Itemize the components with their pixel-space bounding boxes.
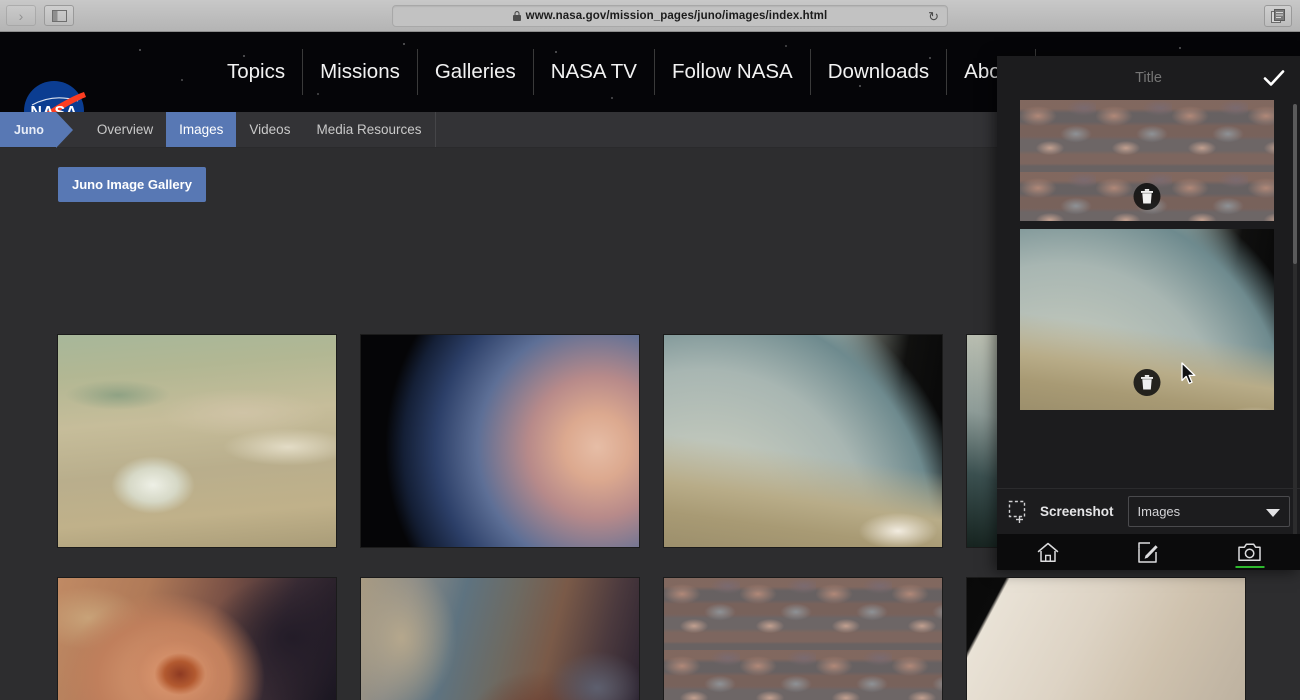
trash-icon <box>1141 189 1153 204</box>
chevron-right-icon: › <box>18 7 24 24</box>
subnav-label: Media Resources <box>316 122 422 137</box>
tabs-icon <box>1271 9 1285 23</box>
sidebar-icon <box>51 9 67 22</box>
gallery-image-5[interactable] <box>57 577 337 700</box>
gallery-image-8[interactable] <box>966 577 1246 700</box>
camera-icon <box>1237 543 1261 561</box>
capture-delete-button-1[interactable] <box>1133 183 1161 210</box>
subnav-item-media-resources[interactable]: Media Resources <box>303 112 436 147</box>
gallery-image-2[interactable] <box>360 334 640 548</box>
subnav-label: Overview <box>96 122 154 137</box>
nav-item-downloads[interactable]: Downloads <box>809 49 946 95</box>
panel-scrollbar-thumb[interactable] <box>1293 104 1297 264</box>
subnav-label: Videos <box>249 122 291 137</box>
nav-item-topics[interactable]: Topics <box>210 49 302 95</box>
crop-select-glyph <box>1008 500 1026 523</box>
breadcrumb-juno[interactable]: Juno <box>0 112 73 148</box>
reload-button[interactable]: ↻ <box>928 9 939 25</box>
category-select[interactable]: Images <box>1127 496 1290 527</box>
gallery-title-button[interactable]: Juno Image Gallery <box>58 167 206 202</box>
nav-item-missions[interactable]: Missions <box>302 49 417 95</box>
subnav-item-images[interactable]: Images <box>166 112 237 147</box>
nav-item-follow-nasa[interactable]: Follow NASA <box>653 49 810 95</box>
gallery-image-7[interactable] <box>663 577 943 700</box>
trash-icon <box>1141 375 1153 390</box>
bottom-nav-home[interactable] <box>997 534 1098 570</box>
url-text: www.nasa.gov/mission_pages/juno/images/i… <box>525 10 828 22</box>
bottom-nav-capture[interactable] <box>1199 534 1300 570</box>
nav-forward-button[interactable]: › <box>6 5 36 26</box>
gallery-title-label: Juno Image Gallery <box>72 177 192 192</box>
panel-title-input[interactable] <box>1058 70 1239 86</box>
screenshot-mode-label: Screenshot <box>1040 504 1114 519</box>
gallery-image-3[interactable] <box>663 334 943 548</box>
panel-header <box>997 56 1300 100</box>
browser-toolbar: › www.nasa.gov/mission_pages/juno/images… <box>0 0 1300 32</box>
home-icon <box>1037 542 1058 562</box>
checkmark-icon <box>1263 70 1285 86</box>
gallery-image-6[interactable] <box>360 577 640 700</box>
subnav-label: Images <box>179 122 224 137</box>
category-select-value: Images <box>1137 504 1181 519</box>
tabs-overview-button[interactable] <box>1264 5 1292 27</box>
breadcrumb-label: Juno <box>14 122 44 137</box>
subnav-item-videos[interactable]: Videos <box>236 112 303 147</box>
chevron-down-icon <box>1266 509 1280 517</box>
bottom-nav-annotate[interactable] <box>1098 534 1199 570</box>
edit-square-icon <box>1138 541 1158 563</box>
lock-icon <box>512 11 521 21</box>
sidebar-toggle-button[interactable] <box>44 5 74 26</box>
gallery-image-1[interactable] <box>57 334 337 548</box>
address-bar[interactable]: www.nasa.gov/mission_pages/juno/images/i… <box>392 5 948 27</box>
panel-confirm-button[interactable] <box>1262 67 1286 89</box>
panel-mode-row: Screenshot Images <box>997 488 1300 534</box>
subnav-item-overview[interactable]: Overview <box>84 112 166 147</box>
capture-item-2[interactable] <box>1020 229 1274 410</box>
capture-delete-button-2[interactable] <box>1133 369 1161 396</box>
crop-select-icon[interactable] <box>1007 499 1033 525</box>
panel-scrollbar[interactable] <box>1293 104 1297 536</box>
capture-item-1[interactable] <box>1020 100 1274 221</box>
screenshot-panel: Screenshot Images <box>997 56 1300 570</box>
panel-bottom-nav <box>997 534 1300 570</box>
capture-list[interactable] <box>997 100 1300 541</box>
nav-item-galleries[interactable]: Galleries <box>416 49 533 95</box>
nav-item-nasa-tv[interactable]: NASA TV <box>532 49 654 95</box>
